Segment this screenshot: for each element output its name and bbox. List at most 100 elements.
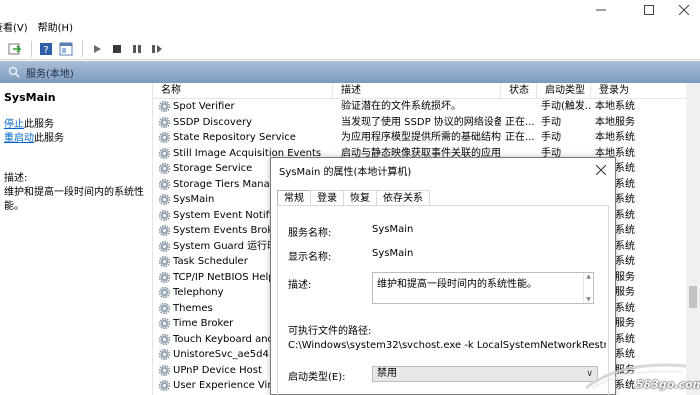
- restart-service-button[interactable]: [148, 40, 166, 58]
- tab-recovery[interactable]: 恢复: [343, 190, 377, 206]
- startup-type-label: 启动类型(E):: [288, 372, 346, 383]
- service-status-cell: 正在...: [505, 132, 535, 143]
- gear-icon: [159, 194, 170, 206]
- maximize-button[interactable]: [630, 0, 668, 20]
- toolbar: ?: [0, 38, 700, 60]
- service-name: Time Broker: [173, 318, 234, 329]
- close-icon: [679, 5, 689, 15]
- list-header: 名称 描述 状态 启动类型 登录为: [153, 83, 687, 99]
- gear-icon: [159, 163, 170, 175]
- description-scrollbar[interactable]: ▲ ▼: [583, 273, 593, 303]
- tab-dependencies[interactable]: 依存关系: [376, 190, 430, 206]
- gear-icon: [159, 147, 170, 159]
- service-name: System Event Notifica: [173, 209, 284, 221]
- scroll-up-icon: ▲: [586, 273, 591, 280]
- service-name: Touch Keyboard and H: [173, 333, 285, 345]
- description-label: 描述:: [4, 173, 28, 184]
- start-service-button[interactable]: [88, 40, 106, 58]
- selected-service-title: SysMain: [4, 91, 56, 104]
- pause-icon: [133, 44, 141, 53]
- description-text: 维护和提高一段时间内的系统性能。: [4, 187, 144, 212]
- general-tab-panel: 服务名称: SysMain 显示名称: SysMain 描述: 维护和提高一段时…: [277, 205, 609, 395]
- gear-icon: [159, 178, 170, 190]
- toolbar-separator: [31, 40, 32, 57]
- vertical-scrollbar[interactable]: [686, 83, 700, 395]
- service-name-cell: Spot Verifier: [153, 99, 333, 115]
- service-name: Themes: [173, 302, 213, 314]
- dialog-title: SysMain 的属性(本地计算机): [279, 166, 412, 178]
- gear-icon: [159, 380, 170, 392]
- gear-icon: [159, 101, 170, 113]
- service-logon-cell: 本地服务: [595, 116, 635, 128]
- gear-icon: [159, 256, 170, 268]
- service-name: Task Scheduler: [173, 256, 248, 267]
- service-name-cell: State Repository Service: [153, 130, 333, 146]
- tab-general[interactable]: 常规: [277, 190, 311, 206]
- table-row[interactable]: Spot Verifier 验证潜在的文件系统损坏。 手动(触发... 本地系统: [153, 99, 687, 115]
- display-name-value: SysMain: [372, 248, 414, 259]
- play-icon: [94, 44, 101, 53]
- startup-type-select[interactable]: 禁用 ∨: [372, 366, 598, 382]
- toolbar-separator: [82, 40, 83, 57]
- menu-view[interactable]: 查看(V): [0, 20, 33, 38]
- gear-icon: [159, 271, 170, 283]
- scrollbar-thumb[interactable]: [689, 286, 697, 308]
- startup-type-value: 禁用: [377, 368, 397, 379]
- service-name: TCP/IP NetBIOS Helpe: [173, 271, 281, 283]
- properties-button[interactable]: [57, 40, 75, 58]
- service-logon-cell: 本地系统: [595, 101, 635, 112]
- breadcrumb: 服务(本地): [0, 61, 700, 83]
- gear-icon: [159, 349, 170, 361]
- table-row[interactable]: State Repository Service 为应用程序模型提供所需的基础结构…: [153, 130, 687, 146]
- service-startup-cell: 手动: [541, 116, 561, 128]
- gear-icon: [159, 302, 170, 314]
- stop-service-suffix: 此服务: [24, 119, 54, 130]
- service-status-cell: [501, 99, 537, 115]
- help-button[interactable]: ?: [37, 40, 55, 58]
- column-header-startup-type[interactable]: 启动类型: [537, 83, 591, 99]
- minimize-icon: [596, 9, 606, 11]
- export-list-icon: [8, 43, 22, 54]
- export-list-button[interactable]: [6, 40, 24, 58]
- menu-help[interactable]: 帮助(H): [33, 20, 78, 38]
- gear-icon: [159, 240, 170, 252]
- service-name: Storage Service: [173, 163, 253, 174]
- scroll-down-icon: ▼: [586, 296, 591, 303]
- gear-icon: [159, 225, 170, 237]
- service-name: SysMain: [173, 194, 215, 205]
- minimize-button[interactable]: [582, 0, 620, 20]
- executable-path-value: C:\Windows\system32\svchost.exe -k Local…: [288, 340, 606, 351]
- gear-icon: [159, 116, 170, 128]
- window-titlebar: [0, 0, 700, 20]
- column-header-name[interactable]: 名称: [153, 83, 333, 99]
- search-icon: [8, 66, 20, 78]
- tab-logon[interactable]: 登录: [310, 190, 344, 206]
- restart-service-link[interactable]: 重启动: [4, 133, 34, 144]
- service-name-label: 服务名称:: [288, 228, 332, 239]
- service-description-cell: 当发现了使用 SSDP 协议的网络设备...: [341, 116, 501, 128]
- service-name: System Events Broker: [173, 225, 284, 236]
- table-row[interactable]: SSDP Discovery 当发现了使用 SSDP 协议的网络设备... 正在..…: [153, 115, 687, 131]
- stop-service-link[interactable]: 停止: [4, 119, 24, 130]
- gear-icon: [159, 333, 170, 345]
- service-detail-panel: SysMain 停止此服务 重启动此服务 描述: 维护和提高一段时间内的系统性能…: [0, 83, 152, 395]
- close-button[interactable]: [668, 0, 700, 20]
- column-header-log-on-as[interactable]: 登录为: [591, 83, 687, 99]
- service-name: UnistoreSvc_ae5d4: [173, 349, 269, 360]
- display-name-label: 显示名称:: [288, 252, 332, 263]
- pause-service-button[interactable]: [128, 40, 146, 58]
- service-status-cell: 正在...: [505, 116, 535, 128]
- service-startup-cell: 手动: [541, 132, 561, 143]
- stop-service-button[interactable]: [108, 40, 126, 58]
- service-description-cell: 为应用程序模型提供所需的基础结构支...: [341, 132, 501, 143]
- service-name: Storage Tiers Manag: [173, 178, 277, 190]
- properties-dialog: SysMain 的属性(本地计算机) 常规 登录 恢复 依存关系 服务名称: S…: [270, 157, 616, 395]
- description-field[interactable]: 维护和提高一段时间内的系统性能。 ▲ ▼: [372, 272, 594, 304]
- service-name: SSDP Discovery: [173, 116, 253, 128]
- service-name: State Repository Service: [173, 132, 296, 143]
- gear-icon: [159, 287, 170, 299]
- maximize-icon: [644, 5, 654, 15]
- column-header-status[interactable]: 状态: [501, 83, 537, 99]
- column-header-description[interactable]: 描述: [333, 83, 501, 99]
- dialog-close-button[interactable]: [593, 162, 609, 178]
